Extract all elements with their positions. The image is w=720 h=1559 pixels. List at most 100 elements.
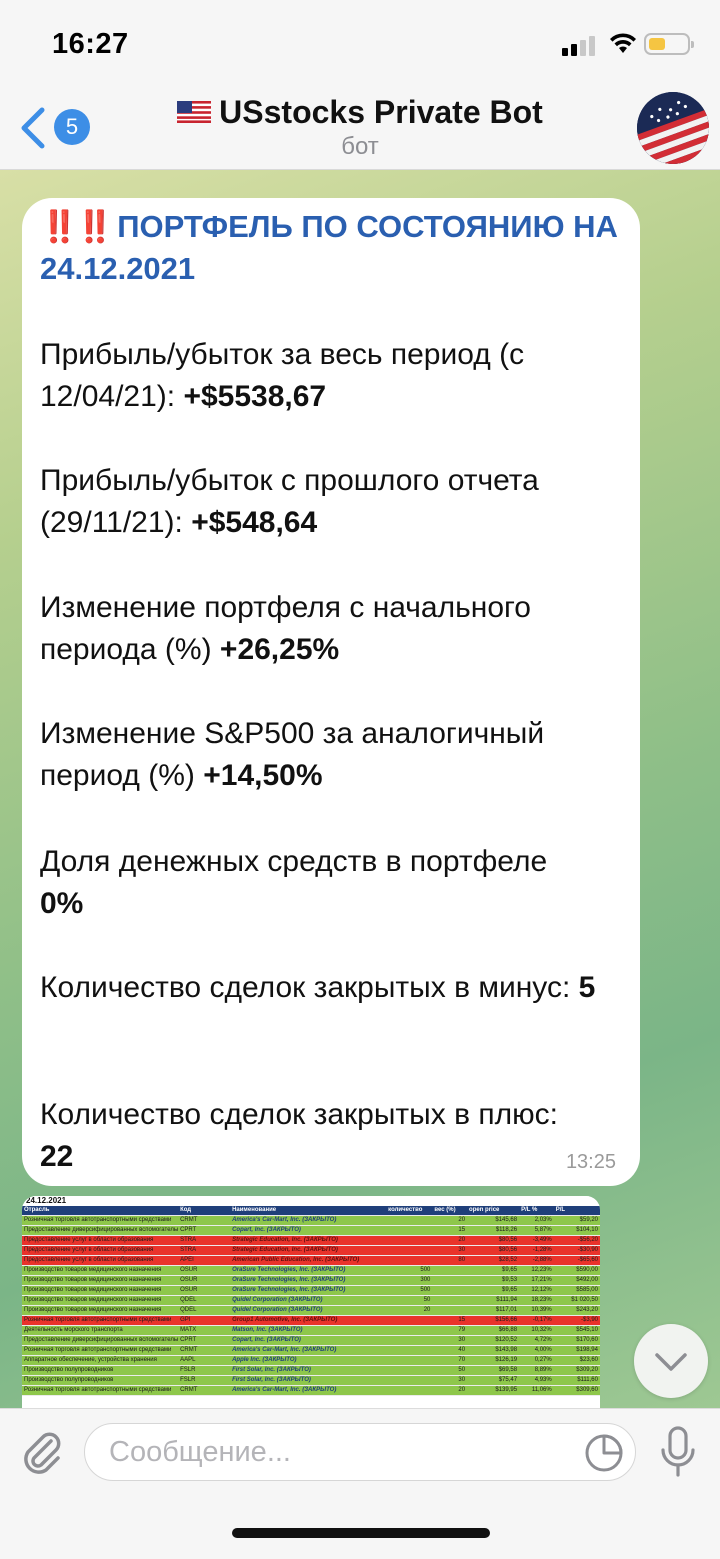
battery-icon xyxy=(644,33,694,55)
table-cell: 2,03% xyxy=(519,1215,554,1226)
table-row: Производство товаров медицинского назнач… xyxy=(22,1295,600,1306)
table-cell: 50 xyxy=(432,1365,468,1376)
table-cell: $9,53 xyxy=(467,1275,520,1286)
message-paragraph: Доля денежных средств в портфеле 0% xyxy=(40,841,630,925)
table-cell: 4,00% xyxy=(519,1345,554,1356)
table-row: Предоставление услуг в области образован… xyxy=(22,1235,600,1246)
table-row: Предоставление диверсифицированных вспом… xyxy=(22,1335,600,1346)
table-cell xyxy=(386,1255,433,1266)
sticker-icon[interactable] xyxy=(584,1433,624,1473)
table-cell xyxy=(386,1345,433,1356)
message-title: ‼️‼️ ПОРТФЕЛЬ ПО СОСТОЯНИЮ НА 24.12.2021 xyxy=(40,206,620,290)
table-cell xyxy=(432,1285,468,1296)
table-cell: $75,47 xyxy=(467,1375,520,1386)
table-cell: America's Car-Mart, Inc. (ЗАКРЫТО) xyxy=(230,1215,387,1226)
table-cell: Производство товаров медицинского назнач… xyxy=(22,1295,179,1306)
table-cell: Strategic Education, Inc. (ЗАКРЫТО) xyxy=(230,1245,387,1256)
table-cell xyxy=(386,1315,433,1326)
table-cell: CPRT xyxy=(178,1225,231,1236)
table-cell: 10,32% xyxy=(519,1325,554,1336)
table-cell: $126,19 xyxy=(467,1355,520,1366)
wifi-icon xyxy=(610,33,636,53)
table-header-cell: open price xyxy=(467,1206,520,1216)
attach-icon[interactable] xyxy=(18,1427,64,1477)
table-cell: $80,56 xyxy=(467,1235,520,1246)
message-paragraph: Изменение портфеля с начального периода … xyxy=(40,587,630,671)
table-row: Предоставление услуг в области образован… xyxy=(22,1255,600,1266)
table-cell: $80,56 xyxy=(467,1245,520,1256)
table-cell: 20 xyxy=(432,1235,468,1246)
table-cell: $590,00 xyxy=(553,1265,600,1276)
table-cell xyxy=(386,1245,433,1256)
microphone-icon[interactable] xyxy=(658,1425,698,1479)
table-row: Производство товаров медицинского назнач… xyxy=(22,1265,600,1276)
table-cell: 15 xyxy=(432,1315,468,1326)
table-cell: 5,87% xyxy=(519,1225,554,1236)
table-row: Предоставление услуг в области образован… xyxy=(22,1245,600,1256)
table-cell: First Solar, Inc. (ЗАКРЫТО) xyxy=(230,1365,387,1376)
table-cell: $59,20 xyxy=(553,1215,600,1226)
table-cell: 0,27% xyxy=(519,1355,554,1366)
table-cell: QDEL xyxy=(178,1295,231,1306)
table-cell: CRMT xyxy=(178,1215,231,1226)
table-cell xyxy=(386,1225,433,1236)
table-cell: APEI xyxy=(178,1255,231,1266)
table-header-cell: Наименование xyxy=(230,1206,387,1216)
table-cell: $111,94 xyxy=(467,1295,520,1306)
table-cell: Предоставление услуг в области образован… xyxy=(22,1255,179,1266)
table-cell: 70 xyxy=(432,1355,468,1366)
table-row: Производство товаров медицинского назнач… xyxy=(22,1285,600,1296)
table-header-cell: Код xyxy=(178,1206,231,1216)
table-header-cell: P/L xyxy=(553,1206,600,1216)
table-header-cell: P/L % xyxy=(519,1206,554,1216)
table-cell: 40 xyxy=(432,1345,468,1356)
table-cell: $545,10 xyxy=(553,1325,600,1336)
table-cell: America's Car-Mart, Inc. (ЗАКРЫТО) xyxy=(230,1345,387,1356)
cellular-signal-icon xyxy=(562,34,600,56)
table-cell: Предоставление диверсифицированных вспом… xyxy=(22,1335,179,1346)
table-cell: Copart, Inc. (ЗАКРЫТО) xyxy=(230,1225,387,1236)
paragraph-value: 0% xyxy=(40,887,84,920)
paragraph-text: Доля денежных средств в портфеле xyxy=(40,845,548,878)
table-cell: OraSure Technologies, Inc. (ЗАКРЫТО) xyxy=(230,1265,387,1276)
table-row: Производство товаров медицинского назнач… xyxy=(22,1275,600,1286)
message-paragraph: Количество сделок закрытых в плюс: 22 xyxy=(40,1094,630,1178)
table-header-cell: вес (%) xyxy=(432,1206,468,1216)
table-cell: MATX xyxy=(178,1325,231,1336)
table-cell: -3,49% xyxy=(519,1235,554,1246)
table-cell xyxy=(386,1215,433,1226)
table-cell: $1 020,50 xyxy=(553,1295,600,1306)
paragraph-value: 22 xyxy=(40,1140,74,1173)
table-cell: 500 xyxy=(386,1265,433,1276)
table-cell xyxy=(386,1385,433,1396)
table-cell: American Public Education, Inc. (ЗАКРЫТО… xyxy=(230,1255,387,1266)
table-cell: Strategic Education, Inc. (ЗАКРЫТО) xyxy=(230,1235,387,1246)
table-cell: CPRT xyxy=(178,1335,231,1346)
status-bar: 16:27 xyxy=(0,0,720,88)
paragraph-text: Количество сделок закрытых в минус: xyxy=(40,971,579,1004)
spreadsheet-table: Отрасль Код Наименование количество вес (%) o… xyxy=(22,1206,600,1396)
table-header-cell: Отрасль xyxy=(22,1206,179,1216)
message-input[interactable] xyxy=(84,1423,636,1481)
table-cell: Предоставление услуг в области образован… xyxy=(22,1245,179,1256)
table-cell: 8,89% xyxy=(519,1365,554,1376)
table-cell: $585,00 xyxy=(553,1285,600,1296)
table-cell: 20 xyxy=(432,1385,468,1396)
table-cell: OSUR xyxy=(178,1265,231,1276)
table-cell: OSUR xyxy=(178,1285,231,1296)
table-cell: $170,60 xyxy=(553,1335,600,1346)
message-bubble[interactable]: ‼️‼️ ПОРТФЕЛЬ ПО СОСТОЯНИЮ НА 24.12.2021 … xyxy=(22,198,640,1186)
table-cell: 12,12% xyxy=(519,1285,554,1296)
table-cell: STRA xyxy=(178,1245,231,1256)
table-cell: 11,06% xyxy=(519,1385,554,1396)
table-row: Деятельность морского транспорта MATX Mats… xyxy=(22,1325,600,1336)
spreadsheet-photo[interactable]: 24.12.2021 Отрасль Код Наименование количес… xyxy=(22,1196,600,1408)
chat-title[interactable]: USstocks Private Bot xyxy=(0,94,720,131)
home-indicator xyxy=(232,1528,490,1538)
scroll-down-button[interactable] xyxy=(634,1324,708,1398)
table-cell: -$30,90 xyxy=(553,1245,600,1256)
status-time: 16:27 xyxy=(52,28,129,60)
bot-avatar[interactable] xyxy=(637,92,709,164)
table-cell: CRMT xyxy=(178,1385,231,1396)
table-cell: CRMT xyxy=(178,1345,231,1356)
